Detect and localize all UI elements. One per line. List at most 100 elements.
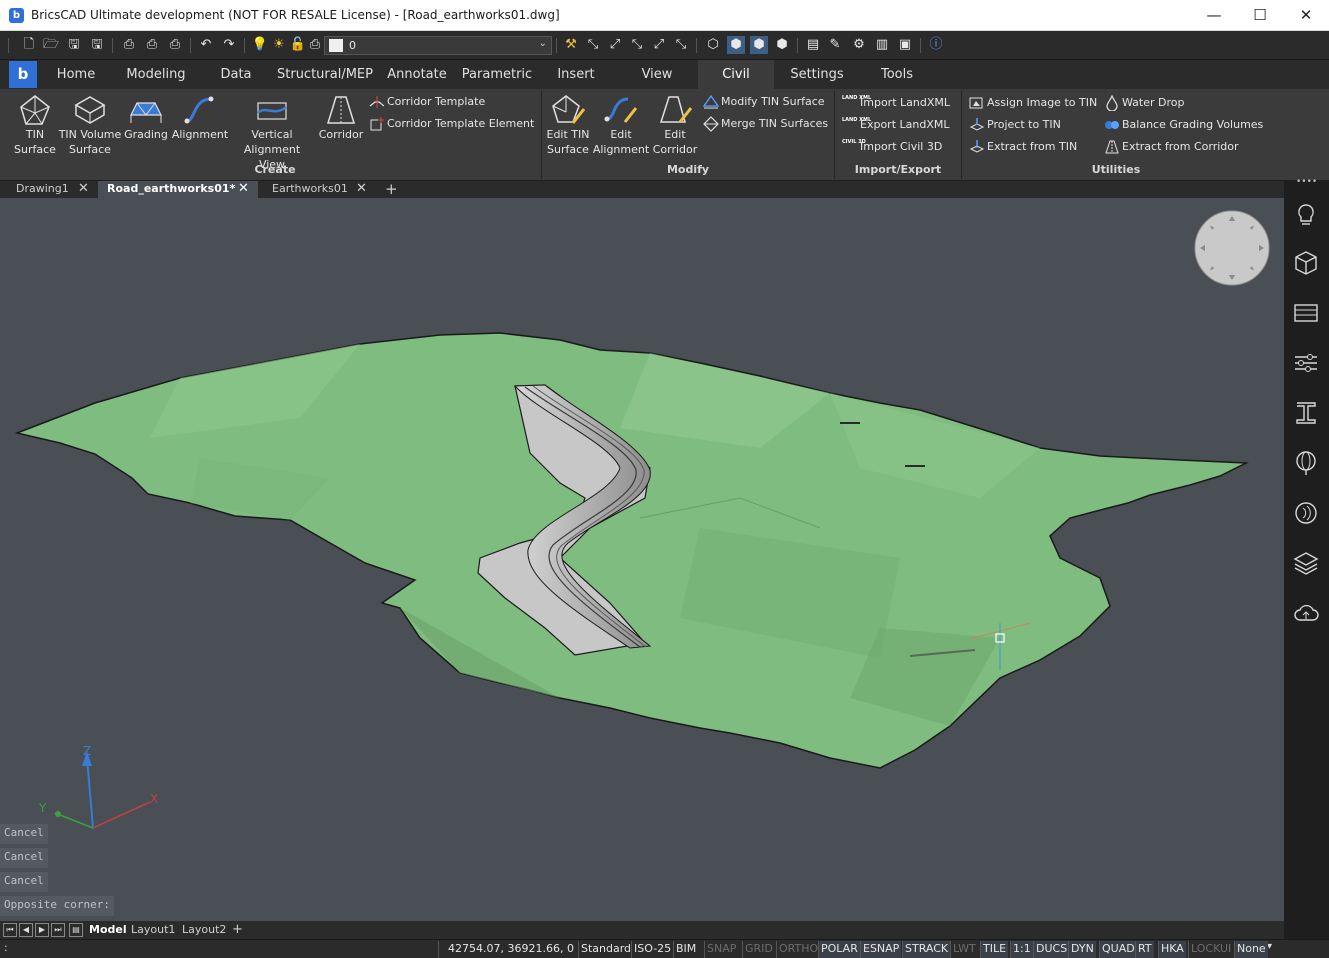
properties-sliders-icon[interactable] <box>1292 349 1320 377</box>
shaded-cube-icon[interactable]: ⬢ <box>750 36 768 54</box>
close-tab-icon[interactable]: ✕ <box>78 181 89 197</box>
layout-tab-layout1[interactable]: Layout1 <box>131 921 175 939</box>
tab-parametric[interactable]: Parametric <box>458 60 536 89</box>
tin-surface-button[interactable]: TIN Surface <box>12 93 58 157</box>
cloud-upload-icon[interactable] <box>1292 599 1320 627</box>
corridor-template-button[interactable]: Corridor Template <box>369 92 485 112</box>
grading-button[interactable]: Grading <box>124 93 168 142</box>
tab-data[interactable]: Data <box>210 60 262 89</box>
text-style-readout[interactable]: Standard <box>578 941 633 958</box>
navigation-wheel[interactable] <box>1194 210 1270 286</box>
plot-icon[interactable]: ⎙ <box>166 36 184 54</box>
close-tab-icon[interactable]: ✕ <box>356 181 367 197</box>
layout-tab-model[interactable]: Model <box>89 921 127 939</box>
tab-structural-mep[interactable]: Structural/MEP <box>276 60 374 89</box>
render-cube-icon[interactable]: ⬢ <box>773 36 791 54</box>
undo-icon[interactable]: ↶ <box>197 36 215 54</box>
image-icon[interactable]: ▣ <box>896 36 914 54</box>
status-toggle-grid[interactable]: GRID <box>742 941 775 958</box>
export-landxml-button[interactable]: LAND XMLExport LandXML <box>842 115 949 135</box>
tips-lightbulb-icon[interactable] <box>1292 201 1320 229</box>
maximize-button[interactable]: ☐ <box>1237 0 1283 31</box>
extract-from-corridor-button[interactable]: Extract from Corridor <box>1104 137 1239 157</box>
layer-on-icon[interactable]: 💡 <box>251 36 269 54</box>
select-similar-icon[interactable]: ⤡ <box>584 36 602 54</box>
bricscad-app-icon[interactable]: b <box>9 8 24 23</box>
new-tab-button[interactable]: + <box>385 181 398 197</box>
explorer-icon[interactable]: ▥ <box>873 36 891 54</box>
last-layout-icon[interactable]: ⏭ <box>51 923 65 937</box>
water-drop-button[interactable]: Water Drop <box>1104 93 1184 113</box>
assign-image-to-tin-button[interactable]: Assign Image to TIN <box>969 93 1097 113</box>
communicator-icon[interactable] <box>1292 499 1320 527</box>
status-toggle-lockui[interactable]: LOCKUI <box>1188 941 1233 958</box>
structure-ibeam-icon[interactable] <box>1292 399 1320 427</box>
status-toggle-none[interactable]: None <box>1234 941 1268 958</box>
status-toggle-snap[interactable]: SNAP <box>704 941 738 958</box>
modify-tin-surface-button[interactable]: Modify TIN Surface <box>703 92 825 112</box>
layer-lock-icon[interactable]: 🔓 <box>289 36 307 54</box>
next-layout-icon[interactable]: ▶ <box>35 923 49 937</box>
status-toggle-lwt[interactable]: LWT <box>950 941 978 958</box>
status-toggle-esnap[interactable]: ESNAP <box>860 941 902 958</box>
mechanical-browser-cube-icon[interactable] <box>1292 249 1320 277</box>
redo-icon[interactable]: ↷ <box>220 36 238 54</box>
cursor-coordinates[interactable]: 42754.07, 36921.66, 0 <box>438 941 576 958</box>
status-toggle-hka[interactable]: HKA <box>1158 941 1186 958</box>
model-viewport[interactable]: Z X Y Cancel Cancel Cancel Opposite corn… <box>0 198 1284 921</box>
tab-annotate[interactable]: Annotate <box>384 60 450 89</box>
layer-print-icon[interactable]: ⎙ <box>306 36 324 54</box>
close-button[interactable]: ✕ <box>1283 0 1329 31</box>
first-layout-icon[interactable]: ⏮ <box>3 923 17 937</box>
tab-home[interactable]: Home <box>46 60 106 89</box>
status-toggle-strack[interactable]: STRACK <box>902 941 951 958</box>
dim-style-readout[interactable]: ISO-25 <box>631 941 673 958</box>
open-file-icon[interactable]: 🗁 <box>42 36 60 54</box>
vertical-alignment-view-button[interactable]: Vertical Alignment View <box>230 93 314 172</box>
project-to-tin-button[interactable]: Project to TIN <box>969 115 1061 135</box>
status-toggle-polar[interactable]: POLAR <box>818 941 860 958</box>
sidebar-grip-icon[interactable]: •••• <box>1296 178 1317 187</box>
alignment-button[interactable]: Alignment <box>170 93 230 142</box>
extract-from-tin-button[interactable]: Extract from TIN <box>969 137 1077 157</box>
edit-tin-surface-button[interactable]: Edit TIN Surface <box>545 93 591 157</box>
tab-settings[interactable]: Settings <box>786 60 848 89</box>
status-toggle-tile[interactable]: TILE <box>980 941 1009 958</box>
status-toggle-rt[interactable]: RT <box>1135 941 1154 958</box>
status-toggle-ortho[interactable]: ORTHO <box>776 941 820 958</box>
tab-view[interactable]: View <box>630 60 684 89</box>
tin-volume-surface-button[interactable]: TIN Volume Surface <box>58 93 122 157</box>
status-toggle-quad[interactable]: QUAD <box>1099 941 1137 958</box>
corridor-button[interactable]: Corridor <box>316 93 366 142</box>
properties-panel-icon[interactable]: ▤ <box>804 36 822 54</box>
edit-alignment-button[interactable]: Edit Alignment <box>592 93 650 157</box>
import-landxml-button[interactable]: LAND XMLImport LandXML <box>842 93 950 113</box>
match-properties-icon[interactable]: ⚒ <box>562 36 580 54</box>
layer-thaw-icon[interactable]: ☀ <box>270 36 288 54</box>
previous-layout-icon[interactable]: ◀ <box>19 923 33 937</box>
layer-stack-icon[interactable] <box>1292 549 1320 577</box>
tab-modeling[interactable]: Modeling <box>118 60 194 89</box>
print-preview-icon[interactable]: ⎙ <box>143 36 161 54</box>
import-civil3d-button[interactable]: CIVIL 3DImport Civil 3D <box>842 137 942 157</box>
new-file-icon[interactable]: 🗋 <box>20 36 38 54</box>
minimize-button[interactable]: — <box>1191 0 1237 31</box>
settings-gears-icon[interactable]: ⚙ <box>850 36 868 54</box>
draw-icon[interactable]: ✎ <box>826 36 844 54</box>
quick-select-icon[interactable]: ⤢ <box>606 36 624 54</box>
selection-filter-icon[interactable]: ⤢ <box>650 36 668 54</box>
save-icon[interactable]: 🖫 <box>65 36 83 54</box>
layer-dropdown[interactable]: 0 ⌄ <box>324 36 552 55</box>
balance-grading-volumes-button[interactable]: Balance Grading Volumes <box>1104 115 1263 135</box>
close-tab-icon[interactable]: ✕ <box>238 181 249 197</box>
edit-corridor-button[interactable]: Edit Corridor <box>650 93 700 157</box>
tab-civil[interactable]: Civil <box>698 60 774 89</box>
wireframe-cube-icon[interactable]: ⬡ <box>704 36 722 54</box>
status-toggle-1-1[interactable]: 1:1 <box>1010 941 1033 958</box>
status-menu-chevron-icon[interactable]: ▾ <box>1267 941 1272 952</box>
tab-tools[interactable]: Tools <box>870 60 924 89</box>
tab-insert[interactable]: Insert <box>548 60 604 89</box>
application-menu-button[interactable]: b <box>9 61 37 88</box>
add-layout-button[interactable]: + <box>232 921 243 939</box>
doc-tab-road-earthworks01[interactable]: Road_earthworks01* <box>98 181 258 198</box>
